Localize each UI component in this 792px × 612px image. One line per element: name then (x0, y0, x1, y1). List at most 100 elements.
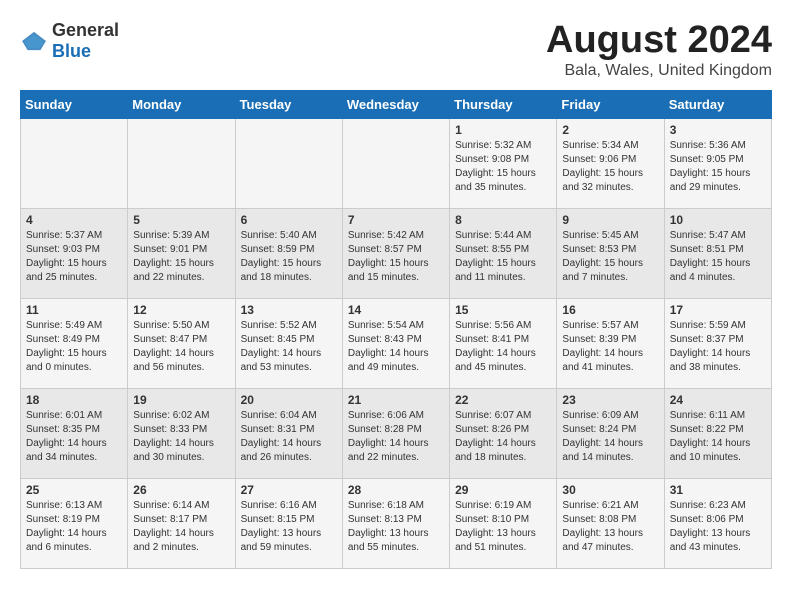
day-number: 7 (348, 213, 444, 227)
logo: GeneralBlue (20, 20, 119, 62)
day-number: 25 (26, 483, 122, 497)
calendar-cell: 12Sunrise: 5:50 AM Sunset: 8:47 PM Dayli… (128, 298, 235, 388)
cell-content: Sunrise: 5:40 AM Sunset: 8:59 PM Dayligh… (241, 229, 337, 285)
calendar-cell: 24 Sunrise: 6:11 AM Sunset: 8:22 PM Dayli… (664, 388, 771, 478)
day-number: 22 (455, 393, 551, 407)
calendar-cell: 7 Sunrise: 5:42 AM Sunset: 8:57 PM Daylig… (342, 208, 449, 298)
cell-content: Sunrise: 6:04 AM Sunset: 8:31 PM Dayligh… (241, 409, 337, 465)
page-header: GeneralBlue August 2024 Bala, Wales, Uni… (20, 20, 772, 80)
cell-content: Sunrise: 5:50 AM Sunset: 8:47 PM Dayligh… (133, 319, 229, 375)
header-wednesday: Wednesday (342, 90, 449, 118)
calendar-week-1: 4 Sunrise: 5:37 AM Sunset: 9:03 PM Daylig… (21, 208, 772, 298)
calendar-cell: 13Sunrise: 5:52 AM Sunset: 8:45 PM Dayli… (235, 298, 342, 388)
day-number: 15 (455, 303, 551, 317)
calendar-cell: 18 Sunrise: 6:01 AM Sunset: 8:35 PM Dayli… (21, 388, 128, 478)
header-saturday: Saturday (664, 90, 771, 118)
day-number: 9 (562, 213, 658, 227)
day-number: 19 (133, 393, 229, 407)
month-title: August 2024 (546, 20, 772, 62)
days-header-row: Sunday Monday Tuesday Wednesday Thursday… (21, 90, 772, 118)
calendar-cell: 25Sunrise: 6:13 AM Sunset: 8:19 PM Dayli… (21, 478, 128, 568)
calendar-cell: 16 Sunrise: 5:57 AM Sunset: 8:39 PM Dayli… (557, 298, 664, 388)
cell-content: Sunrise: 5:44 AM Sunset: 8:55 PM Dayligh… (455, 229, 551, 285)
cell-content: Sunrise: 5:52 AM Sunset: 8:45 PM Dayligh… (241, 319, 337, 375)
cell-content: Sunrise: 5:57 AM Sunset: 8:39 PM Dayligh… (562, 319, 658, 375)
calendar-cell: 19 Sunrise: 6:02 AM Sunset: 8:33 PM Dayli… (128, 388, 235, 478)
day-number: 26 (133, 483, 229, 497)
cell-content: Sunrise: 6:02 AM Sunset: 8:33 PM Dayligh… (133, 409, 229, 465)
cell-content: Sunrise: 6:06 AM Sunset: 8:28 PM Dayligh… (348, 409, 444, 465)
day-number: 29 (455, 483, 551, 497)
day-number: 3 (670, 123, 766, 137)
header-tuesday: Tuesday (235, 90, 342, 118)
logo-blue: Blue (52, 41, 91, 61)
calendar-cell: 11 Sunrise: 5:49 AM Sunset: 8:49 PM Dayli… (21, 298, 128, 388)
day-number: 16 (562, 303, 658, 317)
calendar-cell: 28 Sunrise: 6:18 AM Sunset: 8:13 PM Dayli… (342, 478, 449, 568)
day-number: 14 (348, 303, 444, 317)
day-number: 8 (455, 213, 551, 227)
cell-content: Sunrise: 5:34 AM Sunset: 9:06 PM Dayligh… (562, 139, 658, 195)
calendar-cell: 21 Sunrise: 6:06 AM Sunset: 8:28 PM Dayli… (342, 388, 449, 478)
calendar-cell: 6 Sunrise: 5:40 AM Sunset: 8:59 PM Daylig… (235, 208, 342, 298)
title-area: August 2024 Bala, Wales, United Kingdom (546, 20, 772, 80)
cell-content: Sunrise: 6:23 AM Sunset: 8:06 PM Dayligh… (670, 499, 766, 555)
calendar-week-3: 18 Sunrise: 6:01 AM Sunset: 8:35 PM Dayli… (21, 388, 772, 478)
day-number: 27 (241, 483, 337, 497)
calendar-cell: 23Sunrise: 6:09 AM Sunset: 8:24 PM Dayli… (557, 388, 664, 478)
day-number: 10 (670, 213, 766, 227)
calendar-cell: 30 Sunrise: 6:21 AM Sunset: 8:08 PM Dayli… (557, 478, 664, 568)
day-number: 24 (670, 393, 766, 407)
calendar-week-2: 11 Sunrise: 5:49 AM Sunset: 8:49 PM Dayli… (21, 298, 772, 388)
calendar-cell: 20 Sunrise: 6:04 AM Sunset: 8:31 PM Dayli… (235, 388, 342, 478)
day-number: 1 (455, 123, 551, 137)
calendar-week-4: 25Sunrise: 6:13 AM Sunset: 8:19 PM Dayli… (21, 478, 772, 568)
calendar-cell: 14 Sunrise: 5:54 AM Sunset: 8:43 PM Dayli… (342, 298, 449, 388)
cell-content: Sunrise: 5:47 AM Sunset: 8:51 PM Dayligh… (670, 229, 766, 285)
calendar-cell: 5 Sunrise: 5:39 AM Sunset: 9:01 PM Daylig… (128, 208, 235, 298)
calendar-cell: 26 Sunrise: 6:14 AM Sunset: 8:17 PM Dayli… (128, 478, 235, 568)
day-number: 5 (133, 213, 229, 227)
logo-text: GeneralBlue (52, 20, 119, 62)
calendar-cell: 1Sunrise: 5:32 AM Sunset: 9:08 PM Daylig… (450, 118, 557, 208)
cell-content: Sunrise: 6:01 AM Sunset: 8:35 PM Dayligh… (26, 409, 122, 465)
location-title: Bala, Wales, United Kingdom (546, 62, 772, 80)
day-number: 2 (562, 123, 658, 137)
cell-content: Sunrise: 5:49 AM Sunset: 8:49 PM Dayligh… (26, 319, 122, 375)
day-number: 18 (26, 393, 122, 407)
day-number: 20 (241, 393, 337, 407)
cell-content: Sunrise: 5:42 AM Sunset: 8:57 PM Dayligh… (348, 229, 444, 285)
cell-content: Sunrise: 6:11 AM Sunset: 8:22 PM Dayligh… (670, 409, 766, 465)
calendar-cell: 31Sunrise: 6:23 AM Sunset: 8:06 PM Dayli… (664, 478, 771, 568)
day-number: 4 (26, 213, 122, 227)
day-number: 30 (562, 483, 658, 497)
day-number: 6 (241, 213, 337, 227)
calendar-cell: 27Sunrise: 6:16 AM Sunset: 8:15 PM Dayli… (235, 478, 342, 568)
day-number: 17 (670, 303, 766, 317)
day-number: 21 (348, 393, 444, 407)
calendar-cell: 17Sunrise: 5:59 AM Sunset: 8:37 PM Dayli… (664, 298, 771, 388)
cell-content: Sunrise: 5:39 AM Sunset: 9:01 PM Dayligh… (133, 229, 229, 285)
header-sunday: Sunday (21, 90, 128, 118)
cell-content: Sunrise: 6:19 AM Sunset: 8:10 PM Dayligh… (455, 499, 551, 555)
header-monday: Monday (128, 90, 235, 118)
cell-content: Sunrise: 5:45 AM Sunset: 8:53 PM Dayligh… (562, 229, 658, 285)
calendar-cell: 8 Sunrise: 5:44 AM Sunset: 8:55 PM Daylig… (450, 208, 557, 298)
calendar-cell: 10 Sunrise: 5:47 AM Sunset: 8:51 PM Dayli… (664, 208, 771, 298)
cell-content: Sunrise: 6:14 AM Sunset: 8:17 PM Dayligh… (133, 499, 229, 555)
header-thursday: Thursday (450, 90, 557, 118)
cell-content: Sunrise: 5:37 AM Sunset: 9:03 PM Dayligh… (26, 229, 122, 285)
calendar-cell (21, 118, 128, 208)
cell-content: Sunrise: 6:21 AM Sunset: 8:08 PM Dayligh… (562, 499, 658, 555)
day-number: 28 (348, 483, 444, 497)
day-number: 23 (562, 393, 658, 407)
cell-content: Sunrise: 6:18 AM Sunset: 8:13 PM Dayligh… (348, 499, 444, 555)
cell-content: Sunrise: 5:54 AM Sunset: 8:43 PM Dayligh… (348, 319, 444, 375)
calendar-cell: 22 Sunrise: 6:07 AM Sunset: 8:26 PM Dayli… (450, 388, 557, 478)
calendar-cell: 15Sunrise: 5:56 AM Sunset: 8:41 PM Dayli… (450, 298, 557, 388)
calendar-cell: 29 Sunrise: 6:19 AM Sunset: 8:10 PM Dayli… (450, 478, 557, 568)
day-number: 11 (26, 303, 122, 317)
cell-content: Sunrise: 6:07 AM Sunset: 8:26 PM Dayligh… (455, 409, 551, 465)
calendar-cell (235, 118, 342, 208)
calendar-cell (128, 118, 235, 208)
